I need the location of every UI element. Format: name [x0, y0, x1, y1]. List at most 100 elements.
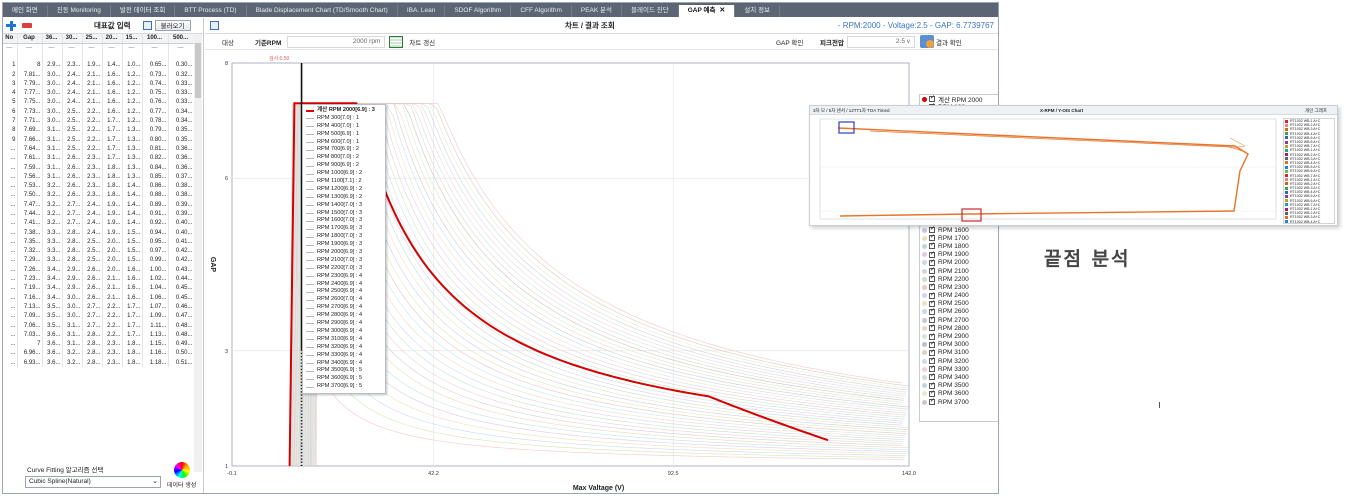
table-cell[interactable]: 0.45... [168, 293, 195, 303]
table-cell[interactable]: 1.5... [122, 227, 143, 238]
table-cell[interactable]: 3.4... [42, 265, 63, 275]
table-cell[interactable]: 3.3... [42, 255, 63, 266]
table-cell[interactable]: 2.3... [102, 348, 123, 359]
table-row[interactable]: ... 7.53... 3.2... 2.6... 2.3... 1.8... 1.4...… [3, 181, 195, 191]
table-cell[interactable]: 2.1... [82, 69, 103, 80]
table-cell[interactable]: ... [3, 153, 18, 163]
table-cell[interactable]: ... [3, 190, 18, 201]
table-cell[interactable]: 2.3... [82, 172, 103, 182]
table-cell[interactable]: 3.0... [42, 69, 63, 80]
table-cell[interactable]: 0.65... [142, 60, 169, 70]
table-scrollbar[interactable] [194, 34, 202, 472]
table-cell[interactable]: 0.77... [142, 107, 169, 117]
color-wheel-icon[interactable] [174, 462, 190, 478]
table-cell[interactable]: 1.5... [122, 246, 143, 256]
checkbox-icon[interactable] [929, 372, 935, 381]
table-cell[interactable]: 1.8... [122, 348, 143, 359]
table-cell[interactable]: 0.89... [142, 200, 169, 210]
table-cell[interactable] [17, 51, 43, 61]
table-cell[interactable]: 2.6... [82, 283, 103, 294]
table-cell[interactable]: 3.0... [62, 293, 83, 303]
table-cell[interactable]: 2.3... [102, 358, 123, 368]
checkbox-icon[interactable] [929, 233, 935, 242]
checkbox-icon[interactable] [929, 389, 935, 397]
result-check-button[interactable]: 결과 확인 [936, 37, 962, 47]
grid-icon[interactable] [389, 35, 404, 48]
table-cell[interactable]: 0.39... [168, 209, 195, 219]
table-cell[interactable]: 1.9... [102, 200, 123, 210]
table-cell[interactable]: 3.3... [42, 227, 63, 238]
table-cell[interactable]: 2.5... [82, 237, 103, 247]
table-cell[interactable]: 0.33... [168, 79, 195, 89]
table-cell[interactable]: 1.7... [102, 134, 123, 145]
table-cell[interactable]: 2.6... [62, 162, 83, 173]
table-cell[interactable]: 2.0... [102, 237, 123, 247]
table-cell[interactable]: ... [3, 255, 18, 266]
table-cell[interactable]: 1.7... [102, 116, 123, 126]
table-cell[interactable]: 2.7... [82, 302, 103, 312]
table-cell[interactable]: 1.2... [122, 88, 143, 98]
table-cell[interactable] [42, 51, 63, 61]
table-cell[interactable]: 2.6... [82, 265, 103, 275]
table-cell[interactable]: 1.00... [142, 265, 169, 275]
table-row[interactable] [3, 51, 195, 61]
table-cell[interactable]: 2.7... [62, 209, 83, 219]
table-cell[interactable]: ... [3, 339, 18, 349]
panel-toggle-icon[interactable] [142, 21, 152, 30]
table-cell[interactable]: 0.38... [168, 181, 195, 191]
table-cell[interactable]: 7.53... [17, 181, 43, 191]
table-cell[interactable]: 1.4... [122, 209, 143, 219]
table-cell[interactable]: 0.36... [168, 144, 195, 154]
table-cell[interactable]: ... [3, 265, 18, 275]
tab-9[interactable]: 블레이드 진단 [622, 5, 679, 17]
table-cell[interactable]: 2.1... [82, 97, 103, 108]
table-cell[interactable]: 0.75... [142, 88, 169, 98]
table-cell[interactable]: 3.6... [42, 339, 63, 349]
table-row[interactable]: ... 6.96... 3.6... 3.2... 2.8... 2.3... 1.8...… [3, 348, 195, 359]
table-cell[interactable]: 3.1... [62, 330, 83, 340]
table-cell[interactable]: 2.4... [82, 218, 103, 228]
table-cell[interactable]: 1.4... [122, 181, 143, 191]
table-cell[interactable]: 2.6... [62, 190, 83, 201]
table-cell[interactable]: 1.7... [102, 125, 123, 135]
checkbox-icon[interactable] [929, 332, 935, 340]
table-cell[interactable]: 2.6... [82, 293, 103, 303]
table-cell[interactable]: 2.4... [82, 209, 103, 219]
table-cell[interactable]: 1.3... [122, 162, 143, 173]
load-button[interactable]: 불러오기 [154, 20, 191, 31]
table-cell[interactable]: 7.38... [17, 227, 43, 238]
table-cell[interactable]: 0.92... [142, 218, 169, 228]
table-cell[interactable]: ... [3, 172, 18, 182]
table-row[interactable]: 1 8 2.9... 2.3... 1.9... 1.4... 1.0... 0.65... 0… [3, 60, 195, 70]
table-row[interactable]: ... 7.23... 3.4... 2.9... 2.6... 2.1... 1.6...… [3, 274, 195, 284]
generate-data-button[interactable]: 데이터 생성 [167, 480, 196, 489]
table-cell[interactable]: 3.2... [42, 200, 63, 210]
table-cell[interactable]: 3.6... [42, 330, 63, 340]
table-cell[interactable]: 2.8... [62, 237, 83, 247]
table-cell[interactable]: 0.39... [168, 200, 195, 210]
table-cell[interactable]: 0.33... [168, 88, 195, 98]
table-cell[interactable]: 2 [3, 69, 18, 80]
table-cell[interactable]: ... [3, 162, 18, 173]
add-row-icon[interactable] [6, 20, 16, 31]
table-cell[interactable]: 1.2... [122, 97, 143, 108]
table-cell[interactable]: 2.6... [62, 172, 83, 182]
base-rpm-input[interactable]: 2000 rpm [287, 35, 386, 48]
table-cell[interactable]: 0.42... [168, 246, 195, 256]
table-cell[interactable]: 0.44... [168, 274, 195, 284]
table-cell[interactable]: 1.13... [142, 330, 169, 340]
table-cell[interactable]: 0.51... [168, 358, 195, 368]
checkbox-icon[interactable] [929, 340, 935, 348]
checkbox-icon[interactable] [929, 95, 935, 103]
table-cell[interactable]: 3.1... [42, 172, 63, 182]
table-cell[interactable]: 3.4... [42, 274, 63, 284]
checkbox-icon[interactable] [929, 258, 935, 266]
table-cell[interactable]: 2.9... [62, 274, 83, 284]
table-cell[interactable]: 1.6... [122, 274, 143, 284]
table-cell[interactable]: 3.1... [42, 144, 63, 154]
table-cell[interactable]: 2.3... [62, 60, 83, 70]
table-cell[interactable]: 1.7... [122, 320, 143, 331]
checkbox-icon[interactable] [929, 291, 935, 299]
table-cell[interactable]: 0.49... [168, 339, 195, 349]
table-cell[interactable]: 0.38... [168, 190, 195, 201]
